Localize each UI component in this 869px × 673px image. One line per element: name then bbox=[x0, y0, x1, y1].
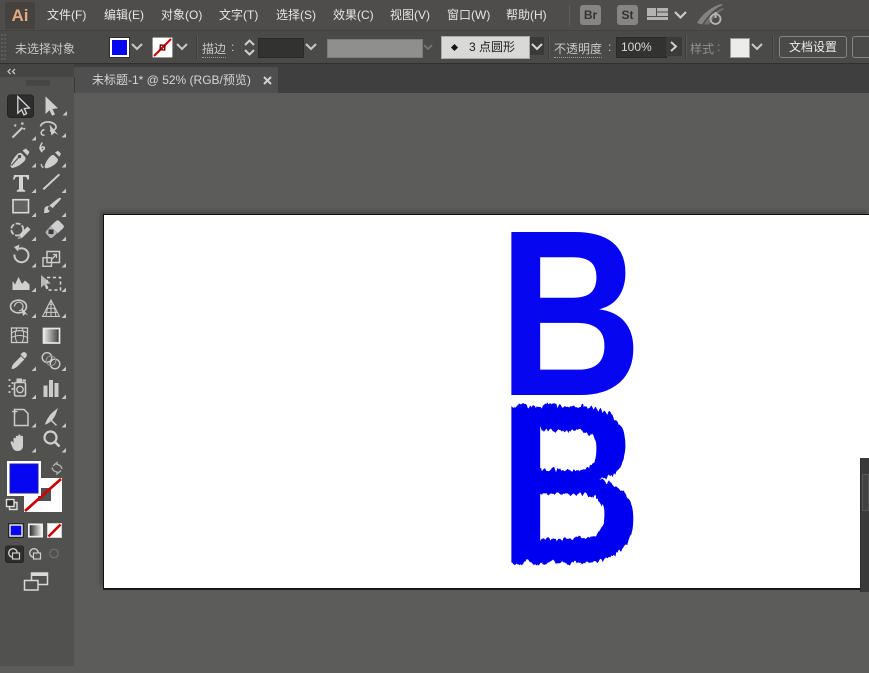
svg-text:B: B bbox=[498, 356, 642, 610]
